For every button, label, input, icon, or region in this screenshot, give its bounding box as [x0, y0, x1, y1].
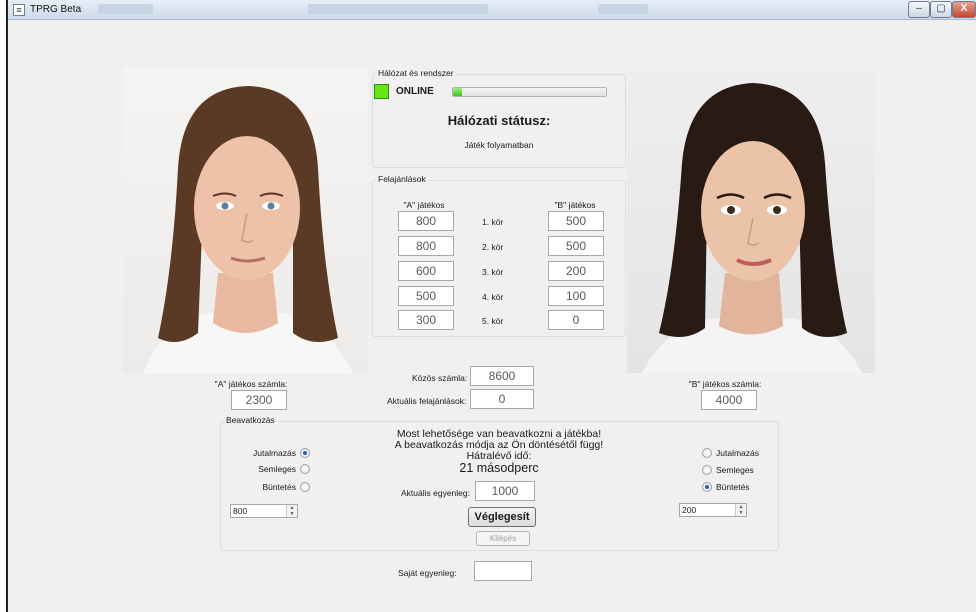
round-2-offer-a[interactable]: 800 [398, 236, 454, 256]
blurred-title-bar-area [598, 4, 648, 14]
right-option-punish[interactable]: Büntetés [702, 482, 782, 494]
current-balance-field[interactable]: 1000 [475, 481, 535, 501]
current-offers-field[interactable]: 0 [470, 389, 534, 409]
remaining-time-value: 21 másodperc [459, 461, 539, 475]
player-b-face-image [642, 83, 862, 373]
title-bar: ≡ TPRG Beta – ▢ X [8, 0, 976, 20]
network-status-text: Játék folyamatban [464, 140, 534, 150]
left-option-neutral-label: Semleges [258, 464, 296, 474]
left-amount-stepper[interactable]: 800 ▲ ▼ [230, 504, 298, 518]
network-progress-fill [453, 88, 463, 96]
right-reward-radio[interactable] [702, 448, 712, 458]
common-account-field[interactable]: 8600 [470, 366, 534, 386]
blurred-title-bar-area [308, 4, 488, 14]
player-a-column-header: "A" játékos [403, 200, 445, 210]
maximize-button[interactable]: ▢ [930, 1, 952, 18]
network-status-title: Hálózati státusz: [447, 113, 551, 128]
player-a-face-image [143, 86, 353, 373]
right-option-punish-label: Büntetés [716, 482, 750, 492]
left-option-punish[interactable]: Büntetés [230, 482, 310, 494]
round-5-offer-a[interactable]: 300 [398, 310, 454, 330]
close-button[interactable]: X [952, 1, 976, 18]
player-b-column-header: "B" játékos [554, 200, 596, 210]
left-neutral-radio[interactable] [300, 464, 310, 474]
round-4-offer-b[interactable]: 100 [548, 286, 604, 306]
common-account-label: Közös számla: [412, 373, 468, 383]
own-balance-label: Saját egyenleg: [398, 568, 457, 578]
current-offers-label: Aktuális felajánlások: [387, 396, 467, 406]
round-3-offer-a[interactable]: 600 [398, 261, 454, 281]
player-a-account-label: "A" játékos számla: [214, 379, 288, 389]
right-option-reward[interactable]: Jutalmazás [702, 448, 782, 460]
radio-selected-dot [705, 485, 709, 489]
round-4-label: 4. kör [482, 292, 504, 302]
exit-button[interactable]: Kilépés [476, 531, 530, 546]
radio-selected-dot [303, 451, 307, 455]
right-option-neutral-label: Semleges [716, 465, 754, 475]
left-option-punish-label: Büntetés [262, 482, 296, 492]
app-menu-icon[interactable]: ≡ [13, 4, 25, 16]
round-3-offer-b[interactable]: 200 [548, 261, 604, 281]
minimize-button[interactable]: – [908, 1, 930, 18]
round-1-label: 1. kör [482, 217, 504, 227]
player-b-account-label: "B" játékos számla: [688, 379, 762, 389]
round-2-label: 2. kör [482, 242, 504, 252]
left-amount-value: 800 [233, 506, 248, 516]
player-a-photo [123, 68, 368, 373]
online-status-led [374, 84, 389, 99]
right-amount-value: 200 [682, 505, 697, 515]
left-option-reward-label: Jutalmazás [253, 448, 296, 458]
current-balance-label: Aktuális egyenleg: [401, 488, 470, 498]
round-2-offer-b[interactable]: 500 [548, 236, 604, 256]
stepper-arrows-icon[interactable]: ▲ ▼ [735, 504, 746, 516]
right-amount-stepper[interactable]: 200 ▲ ▼ [679, 503, 747, 517]
left-option-neutral[interactable]: Semleges [230, 464, 310, 476]
round-5-label: 5. kör [482, 316, 504, 326]
round-4-offer-a[interactable]: 500 [398, 286, 454, 306]
player-b-account-field[interactable]: 4000 [701, 390, 757, 410]
round-3-label: 3. kör [482, 267, 504, 277]
window-title: TPRG Beta [30, 4, 82, 15]
right-neutral-radio[interactable] [702, 465, 712, 475]
player-a-account-field[interactable]: 2300 [231, 390, 287, 410]
round-5-offer-b[interactable]: 0 [548, 310, 604, 330]
left-reward-radio[interactable] [300, 448, 310, 458]
right-option-neutral[interactable]: Semleges [702, 465, 782, 477]
round-1-offer-a[interactable]: 800 [398, 211, 454, 231]
finalize-button[interactable]: Véglegesít [468, 507, 536, 527]
round-1-offer-b[interactable]: 500 [548, 211, 604, 231]
own-balance-field[interactable] [474, 561, 532, 581]
offers-group-label: Felajánlások [376, 174, 428, 184]
right-option-reward-label: Jutalmazás [716, 448, 759, 458]
right-punish-radio[interactable] [702, 482, 712, 492]
network-progress-bar [452, 87, 607, 97]
left-option-reward[interactable]: Jutalmazás [230, 448, 310, 460]
blurred-title-bar-area [98, 4, 153, 14]
online-label: ONLINE [396, 86, 434, 97]
stepper-arrows-icon[interactable]: ▲ ▼ [286, 505, 297, 517]
network-group-label: Hálózat és rendszer [376, 68, 456, 78]
left-punish-radio[interactable] [300, 482, 310, 492]
player-b-photo [627, 68, 875, 373]
intervention-group-label: Beavatkozás [224, 415, 277, 425]
